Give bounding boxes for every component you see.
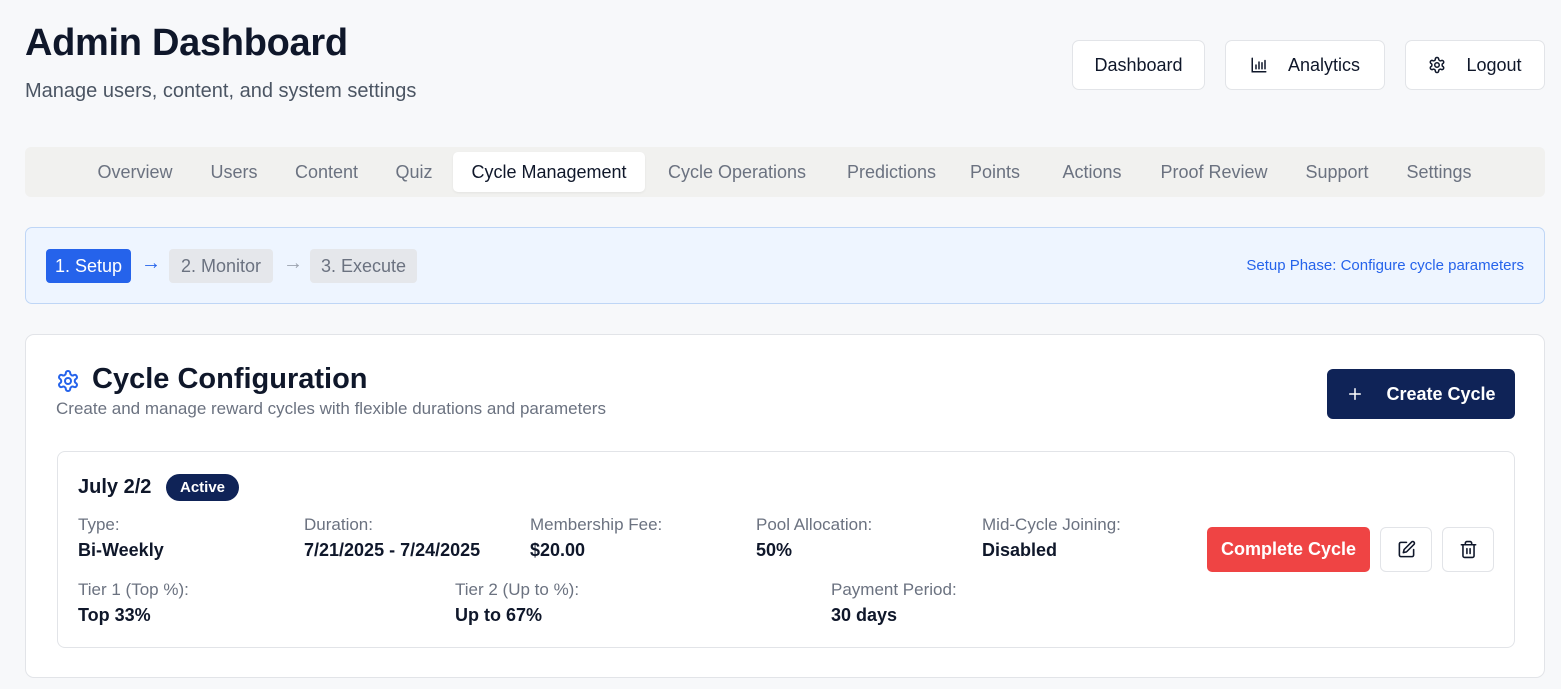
tab-actions[interactable]: Actions bbox=[1046, 152, 1138, 192]
cycle-item: July 2/2 Active Type: Bi-Weekly Duration… bbox=[57, 451, 1515, 648]
page-title: Admin Dashboard bbox=[25, 22, 348, 64]
tab-cycle-management[interactable]: Cycle Management bbox=[453, 152, 645, 192]
bar-chart-icon bbox=[1250, 56, 1268, 74]
step-execute[interactable]: 3. Execute bbox=[310, 249, 417, 283]
step-monitor[interactable]: 2. Monitor bbox=[169, 249, 273, 283]
step-setup[interactable]: 1. Setup bbox=[46, 249, 131, 283]
complete-cycle-button[interactable]: Complete Cycle bbox=[1207, 527, 1370, 572]
field-duration-label: Duration: bbox=[304, 515, 373, 534]
delete-button[interactable] bbox=[1442, 527, 1494, 572]
field-payment-label: Payment Period: bbox=[831, 580, 957, 599]
logout-button-label: Logout bbox=[1466, 54, 1522, 75]
logout-button[interactable]: Logout bbox=[1405, 40, 1545, 90]
step-arrow-1: → bbox=[141, 252, 161, 274]
field-fee-label: Membership Fee: bbox=[530, 515, 663, 534]
field-tier2-value: Up to 67% bbox=[455, 605, 543, 625]
field-tier2-label: Tier 2 (Up to %): bbox=[455, 580, 580, 599]
tab-quiz[interactable]: Quiz bbox=[380, 152, 448, 192]
field-joining-value: Disabled bbox=[982, 540, 1058, 560]
field-tier1-value: Top 33% bbox=[78, 605, 151, 625]
field-type-value: Bi-Weekly bbox=[78, 540, 164, 560]
tab-support[interactable]: Support bbox=[1291, 152, 1383, 192]
field-type-label: Type: bbox=[78, 515, 120, 534]
trash-icon bbox=[1459, 540, 1478, 559]
field-duration-value: 7/21/2025 - 7/24/2025 bbox=[304, 540, 481, 560]
field-pool-value: 50% bbox=[756, 540, 793, 560]
edit-icon bbox=[1397, 540, 1416, 559]
main-tabs: Overview Users Content Quiz Cycle Manage… bbox=[25, 147, 1545, 197]
cycle-name: July 2/2 bbox=[78, 476, 152, 498]
field-joining-label: Mid-Cycle Joining: bbox=[982, 515, 1121, 534]
step-arrow-2: → bbox=[283, 252, 303, 274]
analytics-button[interactable]: Analytics bbox=[1225, 40, 1385, 90]
phase-note: Setup Phase: Configure cycle parameters bbox=[1246, 257, 1524, 274]
gear-icon bbox=[1428, 56, 1446, 74]
tab-content[interactable]: Content bbox=[279, 152, 374, 192]
dashboard-button[interactable]: Dashboard bbox=[1072, 40, 1205, 90]
tab-predictions[interactable]: Predictions bbox=[829, 152, 954, 192]
tab-points[interactable]: Points bbox=[960, 152, 1030, 192]
tab-settings[interactable]: Settings bbox=[1391, 152, 1487, 192]
create-cycle-label: Create Cycle bbox=[1386, 383, 1496, 404]
cycle-configuration-card: Cycle Configuration Create and manage re… bbox=[25, 334, 1545, 678]
analytics-button-label: Analytics bbox=[1287, 54, 1361, 75]
tab-users[interactable]: Users bbox=[195, 152, 273, 192]
gear-icon bbox=[56, 369, 80, 393]
tab-cycle-operations[interactable]: Cycle Operations bbox=[651, 152, 823, 192]
edit-button[interactable] bbox=[1380, 527, 1432, 572]
field-fee-value: $20.00 bbox=[530, 540, 586, 560]
card-title: Cycle Configuration bbox=[92, 363, 368, 395]
tab-proof-review[interactable]: Proof Review bbox=[1145, 152, 1283, 192]
status-badge: Active bbox=[166, 474, 240, 501]
plus-icon bbox=[1346, 385, 1364, 403]
card-description: Create and manage reward cycles with fle… bbox=[56, 399, 606, 418]
page-subtitle: Manage users, content, and system settin… bbox=[25, 80, 417, 102]
phase-stepper: 1. Setup → 2. Monitor → 3. Execute Setup… bbox=[25, 227, 1545, 304]
tab-overview[interactable]: Overview bbox=[80, 152, 190, 192]
field-payment-value: 30 days bbox=[831, 605, 898, 625]
dashboard-button-label: Dashboard bbox=[1094, 54, 1183, 75]
field-pool-label: Pool Allocation: bbox=[756, 515, 873, 534]
create-cycle-button[interactable]: Create Cycle bbox=[1327, 369, 1515, 419]
field-tier1-label: Tier 1 (Top %): bbox=[78, 580, 189, 599]
